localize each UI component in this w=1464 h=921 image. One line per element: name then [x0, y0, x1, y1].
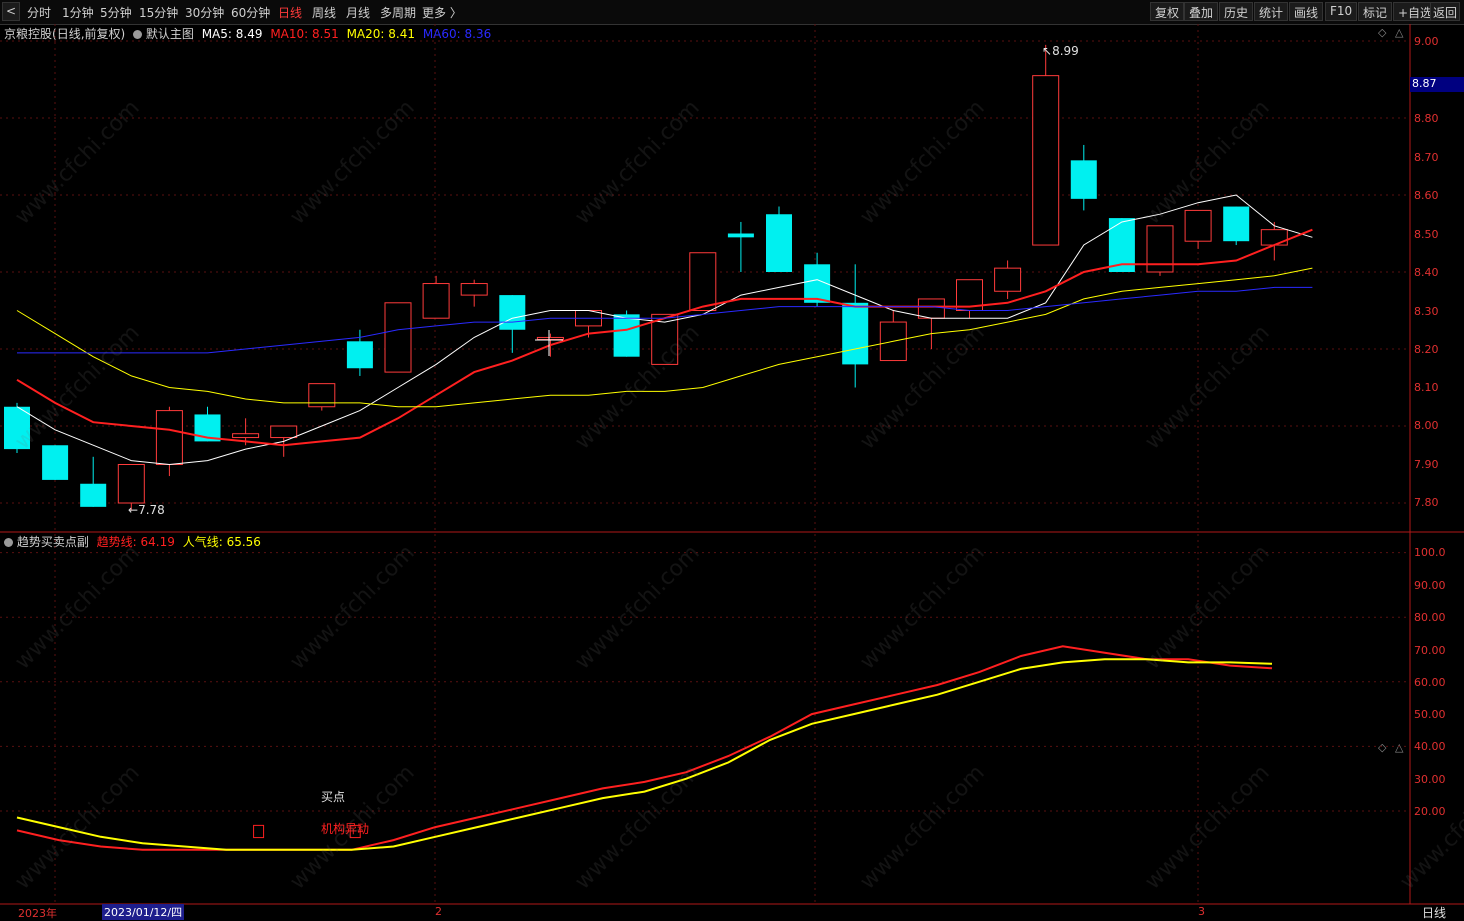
candle-body — [1070, 160, 1097, 199]
y-tick: 8.30 — [1414, 305, 1439, 318]
y-tick: 9.00 — [1414, 35, 1439, 48]
signal-marker — [253, 824, 265, 839]
y-tick: 8.40 — [1414, 266, 1439, 279]
candle-body — [422, 283, 450, 319]
candle-body — [270, 425, 298, 439]
buy-point-label: 买点 — [321, 790, 346, 804]
x-cursor-date: 2023/01/12/四 — [102, 904, 185, 920]
y-tick: 7.80 — [1414, 496, 1439, 509]
candle-body — [80, 483, 107, 507]
candle-body — [155, 410, 183, 466]
candle-body — [1260, 229, 1288, 246]
candle-body — [994, 267, 1022, 292]
candle-body — [1032, 75, 1060, 246]
period-indicator[interactable]: 日线 — [1422, 904, 1446, 921]
y-tick: 8.10 — [1414, 381, 1439, 394]
sub-y-tick: 80.00 — [1414, 611, 1446, 624]
candle-body — [842, 302, 869, 365]
sub-y-tick: 100.0 — [1414, 546, 1446, 559]
x-label-month-3: 3 — [1198, 905, 1205, 918]
candle-body — [1223, 206, 1250, 242]
popularity-line — [16, 658, 1273, 851]
candle-body — [766, 214, 792, 272]
y-tick: 8.70 — [1414, 151, 1439, 164]
sub-y-tick: 70.00 — [1414, 644, 1446, 657]
kline-chart[interactable] — [0, 0, 1464, 919]
candles-group — [4, 44, 1288, 511]
sub-y-tick: 20.00 — [1414, 805, 1446, 818]
candle-body — [727, 233, 754, 238]
x-label-month-2: 2 — [435, 905, 442, 918]
candle-body — [232, 433, 260, 439]
low-price-marker: ←7.78 — [128, 503, 165, 517]
y-tick: 7.90 — [1414, 458, 1439, 471]
candle-body — [4, 406, 30, 450]
candle-body — [384, 302, 412, 373]
candle-body — [460, 283, 488, 296]
sub-y-tick: 90.00 — [1414, 579, 1446, 592]
candle-body — [42, 445, 69, 480]
low-price-label: 7.78 — [138, 503, 165, 517]
y-tick: 8.80 — [1414, 112, 1439, 125]
candle-body — [117, 464, 145, 504]
sub-lines-group — [16, 645, 1273, 851]
candle-body — [1184, 209, 1212, 242]
y-tick: 8.50 — [1414, 228, 1439, 241]
y-tick: 8.20 — [1414, 343, 1439, 356]
sub-y-tick: 50.00 — [1414, 708, 1446, 721]
candle-body — [536, 336, 564, 340]
trend-line — [16, 645, 1273, 851]
candle-body — [499, 295, 526, 330]
sub-y-tick: 30.00 — [1414, 773, 1446, 786]
current-price-tag: 8.87 — [1410, 77, 1464, 92]
candle-body — [689, 252, 717, 311]
sub-y-tick: 60.00 — [1414, 676, 1446, 689]
sub-y-tick: 40.00 — [1414, 740, 1446, 753]
candle-body — [346, 341, 373, 369]
institution-move-label: 机构异动 — [321, 822, 370, 836]
high-price-marker: ↖8.99 — [1042, 44, 1079, 58]
candle-body — [917, 298, 945, 319]
y-tick: 8.00 — [1414, 419, 1439, 432]
high-price-label: 8.99 — [1052, 44, 1079, 58]
y-tick: 8.60 — [1414, 189, 1439, 202]
candle-body — [613, 314, 640, 357]
